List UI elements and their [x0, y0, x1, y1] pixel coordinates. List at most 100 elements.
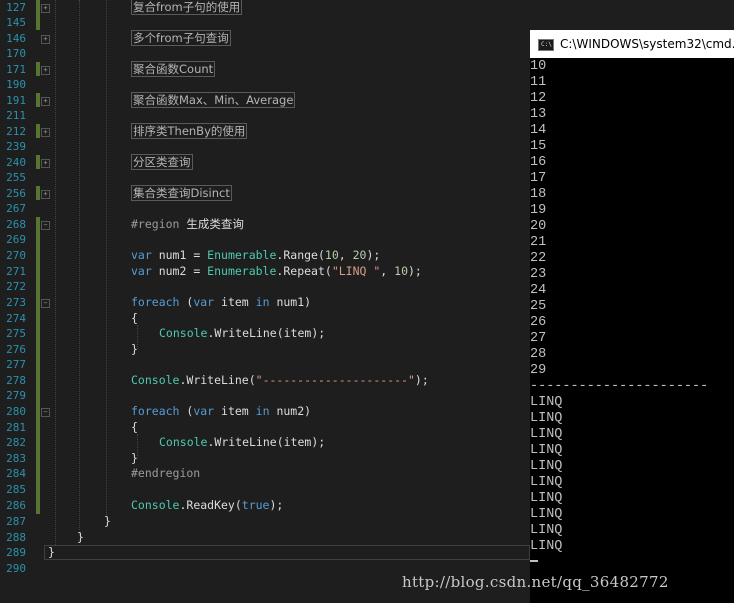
change-indicator: [36, 155, 40, 169]
console-line: LINQ: [530, 427, 563, 442]
line-number: 211: [6, 109, 26, 122]
console-line: 22: [530, 251, 547, 266]
line-number: 273: [6, 296, 26, 309]
console-line: 20: [530, 219, 547, 234]
line-number: 127: [6, 1, 26, 14]
collapsed-region[interactable]: 聚合函数Max、Min、Average: [131, 92, 296, 108]
console-line: 26: [530, 315, 547, 330]
code-line[interactable]: {: [131, 311, 138, 326]
expand-icon[interactable]: +: [41, 190, 50, 199]
console-titlebar[interactable]: C:\ C:\WINDOWS\system32\cmd.exe: [530, 30, 734, 58]
collapsed-region[interactable]: 排序类ThenBy的使用: [131, 123, 248, 139]
line-number: 289: [6, 546, 26, 559]
line-number: 255: [6, 171, 26, 184]
change-indicator: [36, 0, 40, 30]
indent-guide: [106, 0, 107, 515]
line-number: 269: [6, 233, 26, 246]
console-line: 28: [530, 347, 547, 362]
indent-guide: [55, 0, 56, 545]
console-line: LINQ: [530, 475, 563, 490]
code-line[interactable]: }: [48, 545, 55, 560]
console-line: LINQ: [530, 395, 563, 410]
console-line: LINQ: [530, 459, 563, 474]
code-line[interactable]: }: [131, 342, 138, 357]
console-line: 17: [530, 171, 547, 186]
code-line[interactable]: #region 生成类查询: [131, 217, 244, 232]
console-line: LINQ: [530, 491, 563, 506]
change-indicator: [36, 62, 40, 76]
code-line[interactable]: Console.WriteLine(item);: [159, 326, 325, 341]
line-number: 240: [6, 156, 26, 169]
collapsed-region[interactable]: 聚合函数Count: [131, 61, 216, 77]
line-number: 271: [6, 265, 26, 278]
line-number: 191: [6, 94, 26, 107]
change-indicator: [36, 217, 40, 514]
indent-guide: [79, 0, 80, 530]
line-number: 275: [6, 327, 26, 340]
collapsed-region[interactable]: 集合类查询Disinct: [131, 185, 232, 201]
line-number: 279: [6, 389, 26, 402]
expand-icon[interactable]: +: [41, 35, 50, 44]
console-line: 16: [530, 155, 547, 170]
line-number: 256: [6, 187, 26, 200]
change-indicator: [36, 124, 40, 138]
code-line[interactable]: }: [131, 451, 138, 466]
console-line: 11: [530, 75, 547, 90]
code-line[interactable]: }: [104, 514, 111, 529]
console-line: 24: [530, 283, 547, 298]
line-number: 285: [6, 483, 26, 496]
console-line: 19: [530, 203, 547, 218]
current-line-highlight: [44, 545, 530, 560]
collapse-icon[interactable]: −: [41, 221, 50, 230]
line-number: 288: [6, 531, 26, 544]
line-number: 277: [6, 358, 26, 371]
code-line[interactable]: Console.ReadKey(true);: [131, 498, 283, 513]
console-window[interactable]: C:\ C:\WINDOWS\system32\cmd.exe 10111213…: [530, 30, 734, 603]
console-line: 23: [530, 267, 547, 282]
console-line: LINQ: [530, 411, 563, 426]
line-number: 286: [6, 499, 26, 512]
collapsed-region[interactable]: 多个from子句查询: [131, 30, 231, 46]
collapse-icon[interactable]: −: [41, 299, 50, 308]
collapse-icon[interactable]: −: [41, 408, 50, 417]
code-line[interactable]: var num1 = Enumerable.Range(10, 20);: [131, 248, 380, 263]
line-number: 276: [6, 343, 26, 356]
line-number: 267: [6, 202, 26, 215]
line-number: 212: [6, 125, 26, 138]
watermark: http://blog.csdn.net/qq_36482772: [402, 573, 669, 591]
line-number: 281: [6, 421, 26, 434]
console-line: 13: [530, 107, 547, 122]
code-line[interactable]: foreach (var item in num1): [131, 295, 311, 310]
expand-icon[interactable]: +: [41, 97, 50, 106]
expand-icon[interactable]: +: [41, 4, 50, 13]
line-number: 268: [6, 218, 26, 231]
code-line[interactable]: foreach (var item in num2): [131, 404, 311, 419]
line-number: 274: [6, 312, 26, 325]
console-line: 21: [530, 235, 547, 250]
console-output: 10 11 12 13 14 15 16 17 18 19 20 21 22 23 24 25 26 27 28 29…: [530, 59, 734, 571]
line-number: 272: [6, 280, 26, 293]
change-indicator: [36, 93, 40, 107]
expand-icon[interactable]: +: [41, 128, 50, 137]
code-line[interactable]: {: [131, 420, 138, 435]
console-line: 14: [530, 123, 547, 138]
expand-icon[interactable]: +: [41, 66, 50, 75]
code-line[interactable]: Console.WriteLine("---------------------…: [131, 373, 429, 388]
collapsed-region[interactable]: 复合from子句的使用: [131, 0, 243, 15]
line-number: 190: [6, 78, 26, 91]
code-line[interactable]: Console.WriteLine(item);: [159, 435, 325, 450]
line-number: 171: [6, 63, 26, 76]
expand-icon[interactable]: +: [41, 159, 50, 168]
code-line[interactable]: }: [77, 530, 84, 545]
collapsed-region[interactable]: 分区类查询: [131, 154, 193, 170]
line-number: 278: [6, 374, 26, 387]
code-line[interactable]: #endregion: [131, 466, 200, 481]
console-line: LINQ: [530, 539, 563, 554]
line-number: 146: [6, 32, 26, 45]
code-line[interactable]: var num2 = Enumerable.Repeat("LINQ ", 10…: [131, 264, 422, 279]
line-number: 280: [6, 405, 26, 418]
line-number: 283: [6, 452, 26, 465]
console-line: 10: [530, 59, 547, 74]
console-line: LINQ: [530, 443, 563, 458]
console-line: LINQ: [530, 507, 563, 522]
